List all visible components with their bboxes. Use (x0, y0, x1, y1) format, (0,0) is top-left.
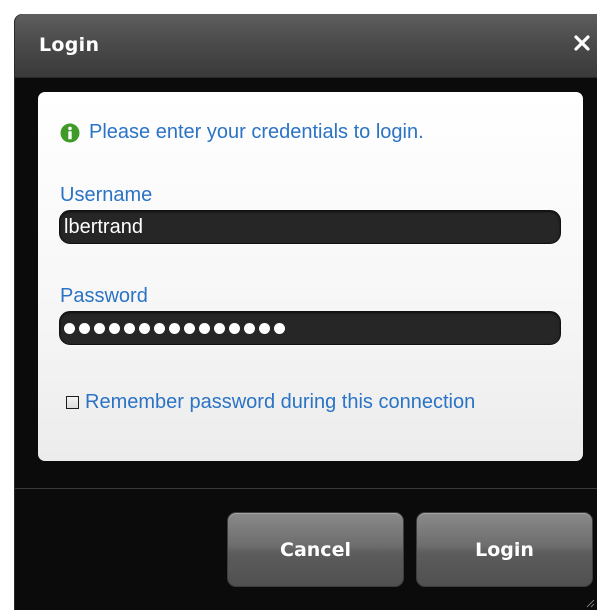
password-mask-dot (229, 322, 240, 334)
cancel-button[interactable]: Cancel (227, 512, 404, 587)
remember-password-checkbox[interactable] (66, 396, 79, 409)
password-mask-dot (124, 322, 135, 334)
password-mask-dot (214, 322, 225, 334)
credentials-panel: Please enter your credentials to login. … (38, 92, 583, 461)
remember-password-option: Remember password during this connection (60, 387, 540, 417)
password-mask-dot (244, 322, 255, 334)
remember-password-label[interactable]: Remember password during this connection (85, 391, 475, 413)
password-mask-dot (94, 322, 105, 334)
password-mask-dot (199, 322, 210, 334)
password-field[interactable] (59, 311, 561, 345)
password-mask-dot (259, 322, 270, 334)
info-message: Please enter your credentials to login. (60, 121, 424, 144)
password-mask-dot (64, 322, 75, 334)
password-mask-dot (154, 322, 165, 334)
password-mask-dot (109, 322, 120, 334)
password-mask-dot (274, 322, 285, 334)
login-button[interactable]: Login (416, 512, 593, 587)
resize-grip-icon[interactable] (585, 598, 595, 608)
close-icon[interactable] (571, 31, 593, 55)
password-mask-dot (79, 322, 90, 334)
login-dialog: Login Please enter your credentials to l… (15, 14, 597, 610)
password-mask-dot (184, 322, 195, 334)
footer-divider (15, 488, 597, 489)
dialog-titlebar[interactable]: Login (15, 14, 597, 78)
username-label: Username (60, 184, 153, 206)
info-icon (60, 123, 80, 142)
username-field[interactable] (59, 210, 561, 244)
password-mask-dot (169, 322, 180, 334)
password-label: Password (60, 285, 148, 307)
dialog-title: Login (39, 34, 100, 56)
password-mask (64, 312, 285, 344)
password-mask-dot (139, 322, 150, 334)
info-text: Please enter your credentials to login. (89, 121, 424, 143)
